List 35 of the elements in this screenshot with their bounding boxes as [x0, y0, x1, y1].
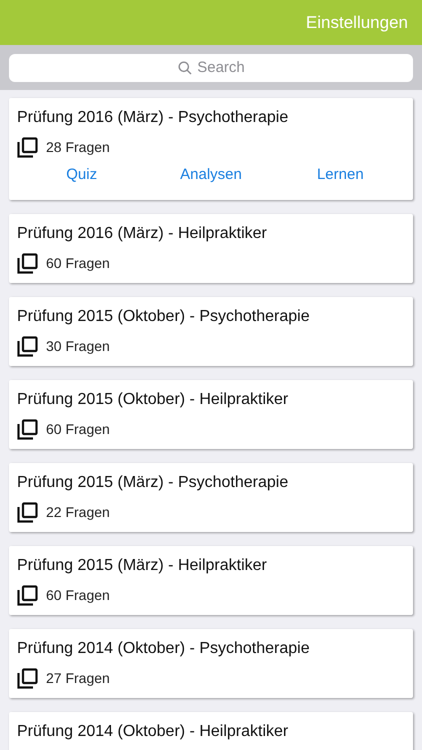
- search-icon: [178, 60, 192, 74]
- question-count: 27 Fragen: [46, 668, 110, 688]
- action-link[interactable]: Lernen: [316, 164, 364, 187]
- exam-card[interactable]: Prüfung 2015 (März) - Psychotherapie 22 Fragen: [9, 463, 413, 532]
- action-link[interactable]: Quiz: [66, 164, 98, 187]
- question-count: 28 Fragen: [46, 138, 110, 157]
- exam-card[interactable]: Prüfung 2015 (März) - Heilpraktiker 60 Fragen: [9, 546, 413, 615]
- question-count: 60 Fragen: [46, 254, 110, 273]
- question-count: 60 Fragen: [46, 586, 110, 605]
- exam-title: Prüfung 2014 (Oktober) - Heilpraktiker: [17, 722, 290, 742]
- exam-title: Prüfung 2015 (Oktober) - Heilpraktiker: [17, 390, 290, 410]
- exam-title: Prüfung 2016 (März) - Heilpraktiker: [17, 224, 268, 244]
- stacked-squares-icon: [17, 336, 38, 356]
- exam-card[interactable]: Prüfung 2014 (Oktober) - Psychotherapie 27 Fragen: [9, 629, 413, 698]
- exam-card[interactable]: Prüfung 2014 (Oktober) - Heilpraktiker: [9, 712, 413, 750]
- stacked-squares-icon: [17, 584, 38, 606]
- exam-title: Prüfung 2014 (Oktober) - Psychotherapie: [17, 639, 311, 659]
- question-count: 60 Fragen: [46, 420, 110, 439]
- action-link[interactable]: Analysen: [180, 164, 242, 187]
- exam-card[interactable]: Prüfung 2015 (Oktober) - Heilpraktiker 60 Fragen: [9, 380, 413, 449]
- stacked-squares-icon: [17, 418, 38, 440]
- exam-title: Prüfung 2016 (März) - Psychotherapie: [17, 108, 290, 128]
- stacked-squares-icon: [17, 136, 38, 158]
- search-field[interactable]: Search: [9, 54, 413, 82]
- exam-title: Prüfung 2015 (März) - Psychotherapie: [17, 473, 290, 493]
- exam-card[interactable]: Prüfung 2016 (März) - Psychotherapie 28 Fragen Quiz Analysen Lernen: [9, 98, 413, 200]
- question-count: 22 Fragen: [46, 502, 110, 522]
- exam-card[interactable]: Prüfung 2015 (Oktober) - Psychotherapie 30 Fragen: [9, 297, 413, 366]
- exam-card[interactable]: Prüfung 2016 (März) - Heilpraktiker 60 Fragen: [9, 214, 413, 283]
- stacked-squares-icon: [17, 252, 38, 274]
- stacked-squares-icon: [17, 668, 38, 688]
- question-count: 30 Fragen: [46, 336, 110, 356]
- exam-title: Prüfung 2015 (März) - Heilpraktiker: [17, 556, 268, 576]
- exam-title: Prüfung 2015 (Oktober) - Psychotherapie: [17, 307, 311, 327]
- stacked-squares-icon: [17, 502, 38, 522]
